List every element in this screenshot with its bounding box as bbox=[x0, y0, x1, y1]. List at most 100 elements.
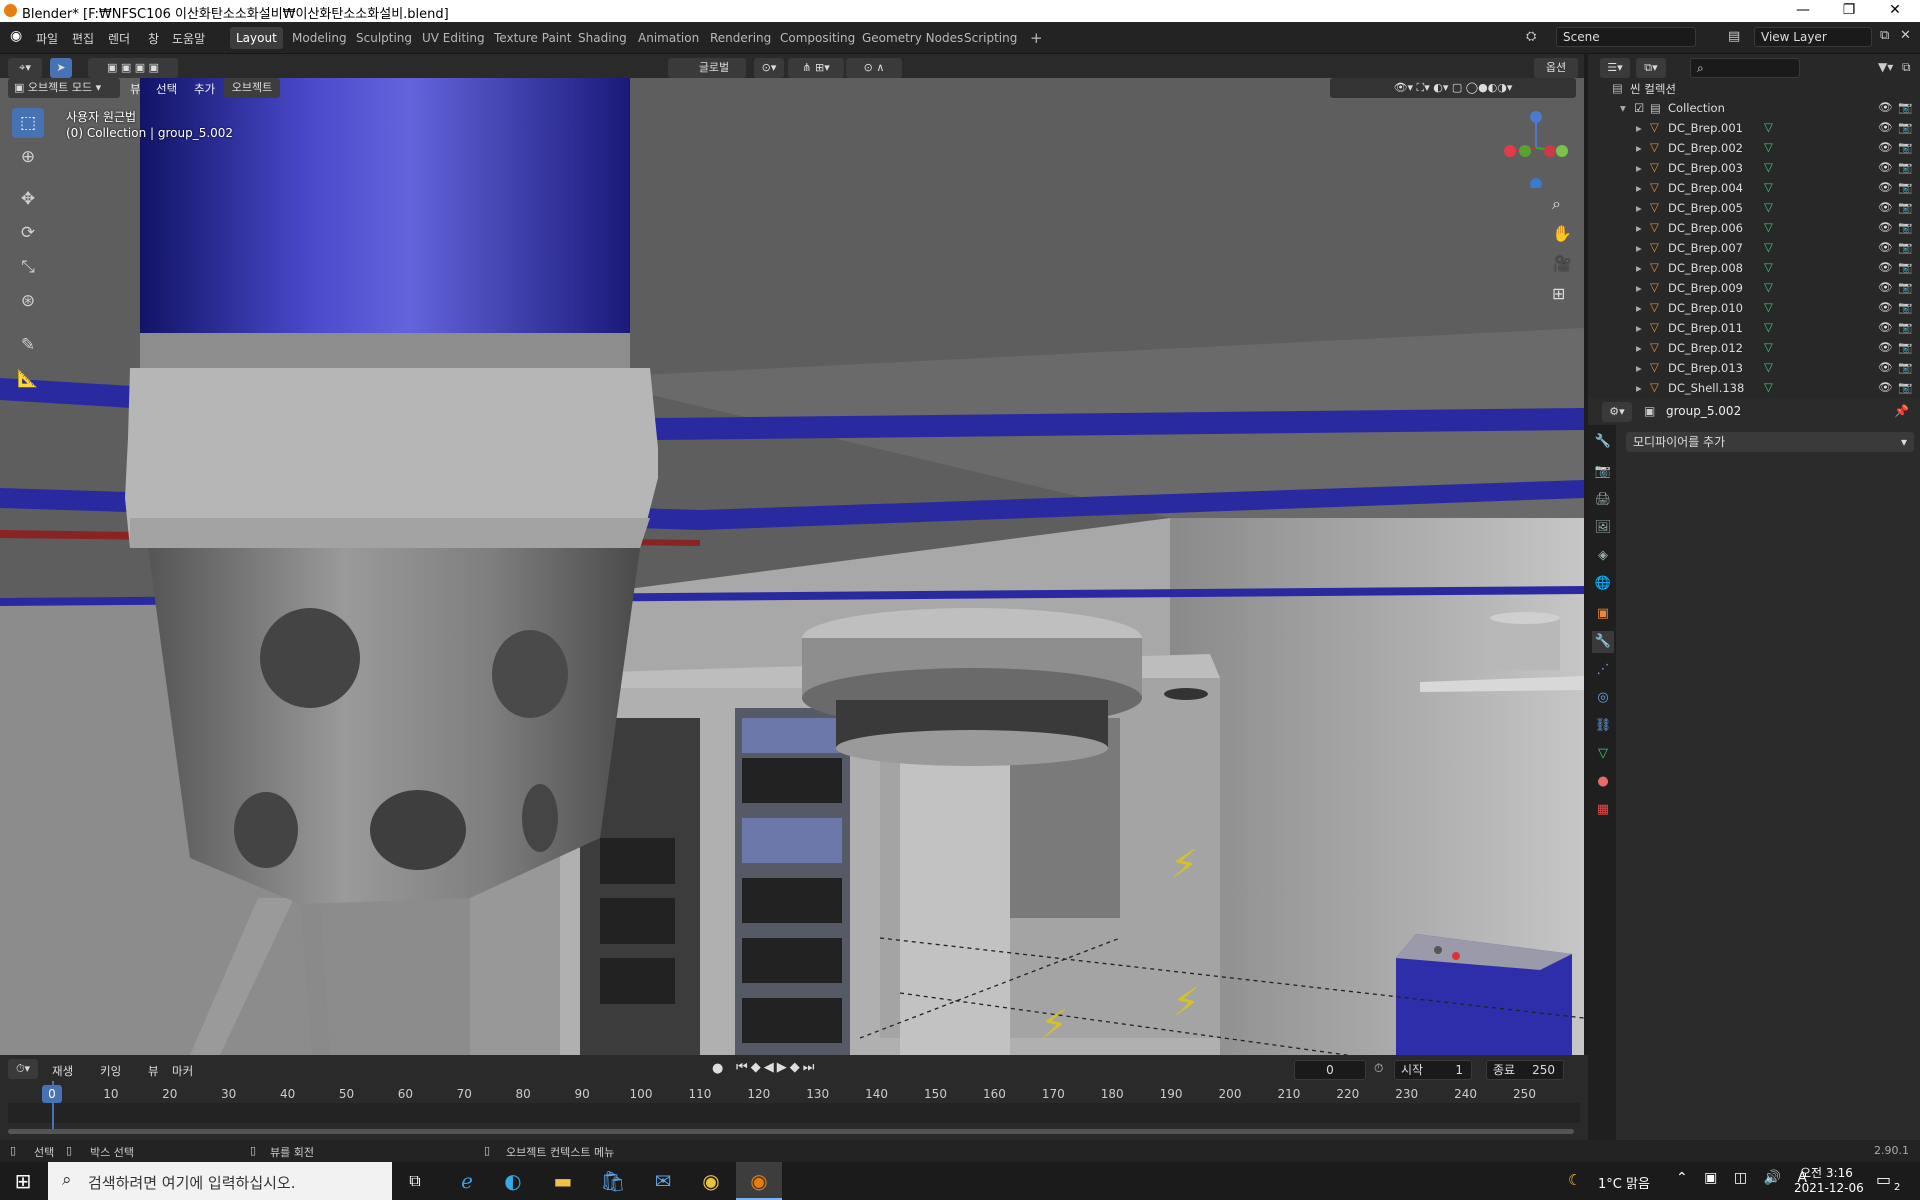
tool-tab-icon[interactable]: 🔧 bbox=[1592, 431, 1614, 453]
annotate-icon[interactable]: ✎ bbox=[12, 330, 44, 360]
ortho-grid-icon[interactable]: ⊞ bbox=[1552, 284, 1565, 303]
notification-icon[interactable]: ▭ bbox=[1876, 1170, 1891, 1189]
viewport-3d[interactable]: ⚡ ⚡ ⚡ ▣ 오브젝트 모드 ▾ 뷰 선택 추가 오브젝트 👁▾ ⛶▾ ◐▾ … bbox=[0, 78, 1584, 1055]
playback-controls-icon[interactable]: ⏮◆◀▶◆⏭ bbox=[736, 1060, 817, 1075]
navigation-gizmo[interactable] bbox=[1496, 108, 1576, 188]
camera-render-icon[interactable]: 📷 bbox=[1898, 260, 1912, 274]
camera-render-icon[interactable]: 📷 bbox=[1898, 240, 1912, 254]
editor-type-icon[interactable]: ⌖▾ bbox=[8, 58, 42, 78]
add-workspace-icon[interactable]: + bbox=[1024, 27, 1049, 49]
outliner-item[interactable]: ▸ ▽ DC_Brep.009 ▽ 👁 📷 bbox=[1588, 278, 1920, 298]
scene-field[interactable]: Scene bbox=[1556, 27, 1696, 47]
end-frame-field[interactable]: 종료 250 bbox=[1486, 1060, 1564, 1080]
view-layer-field[interactable]: View Layer bbox=[1754, 27, 1872, 47]
outliner-item[interactable]: ▸ ▽ DC_Brep.004 ▽ 👁 📷 bbox=[1588, 178, 1920, 198]
select-box-icon[interactable]: ⬚ bbox=[12, 108, 44, 138]
tab-layout[interactable]: Layout bbox=[230, 27, 283, 49]
outliner-item[interactable]: ▸ ▽ DC_Brep.006 ▽ 👁 📷 bbox=[1588, 218, 1920, 238]
eye-icon[interactable]: 👁 bbox=[1878, 360, 1893, 374]
outliner-item[interactable]: ▸ ▽ DC_Shell.138 ▽ 👁 📷 bbox=[1588, 378, 1920, 398]
outliner-scene-collection[interactable]: ▤ 씬 컬렉션 bbox=[1588, 78, 1920, 98]
chevron-right-icon[interactable]: ▸ bbox=[1636, 261, 1642, 275]
close-button[interactable]: ✕ bbox=[1872, 0, 1918, 22]
timeline-scrollbar[interactable] bbox=[8, 1129, 1574, 1134]
filter-icon[interactable]: ▼▾ bbox=[1878, 60, 1893, 74]
texture-tab-icon[interactable]: ▦ bbox=[1592, 799, 1614, 821]
blender-taskbar-icon[interactable]: ◉ bbox=[736, 1162, 782, 1200]
tab-sculpting[interactable]: Sculpting bbox=[350, 27, 418, 49]
menu-playback[interactable]: 재생 bbox=[52, 1063, 73, 1079]
eye-icon[interactable]: 👁 bbox=[1878, 200, 1893, 214]
rotate-icon[interactable]: ⟳ bbox=[12, 218, 44, 248]
menu-help[interactable]: 도움말 bbox=[172, 30, 205, 47]
scene-icon[interactable]: ⛭ bbox=[1526, 29, 1536, 44]
tab-geometry-nodes[interactable]: Geometry Nodes bbox=[856, 27, 969, 49]
outliner-search-input[interactable]: ⌕ bbox=[1690, 58, 1800, 78]
camera-render-icon[interactable]: 📷 bbox=[1898, 320, 1912, 334]
tab-rendering[interactable]: Rendering bbox=[704, 27, 777, 49]
outliner-type-icon[interactable]: ☰▾ bbox=[1600, 58, 1630, 78]
chevron-right-icon[interactable]: ▸ bbox=[1636, 201, 1642, 215]
menu-keying[interactable]: 키잉 bbox=[100, 1063, 121, 1079]
select-mode-icon[interactable]: ➤ bbox=[50, 58, 72, 78]
mesh-data-tab-icon[interactable]: ▽ bbox=[1592, 743, 1614, 765]
display-mode-icon[interactable]: ⧉▾ bbox=[1636, 58, 1666, 78]
chevron-right-icon[interactable]: ▸ bbox=[1636, 221, 1642, 235]
output-tab-icon[interactable]: 🖨 bbox=[1592, 489, 1614, 511]
weather-text[interactable]: 1°C 맑음 bbox=[1598, 1173, 1650, 1192]
tab-texture-paint[interactable]: Texture Paint bbox=[488, 27, 577, 49]
scale-icon[interactable]: ⤡ bbox=[12, 252, 44, 282]
menu-window[interactable]: 창 bbox=[148, 30, 159, 47]
chevron-right-icon[interactable]: ▸ bbox=[1636, 341, 1642, 355]
outliner-item[interactable]: ▸ ▽ DC_Brep.008 ▽ 👁 📷 bbox=[1588, 258, 1920, 278]
timeline-type-icon[interactable]: ⏱▾ bbox=[8, 1059, 38, 1079]
outliner-item[interactable]: ▸ ▽ DC_Brep.005 ▽ 👁 📷 bbox=[1588, 198, 1920, 218]
eye-icon[interactable]: 👁 bbox=[1878, 340, 1893, 354]
eye-icon[interactable]: 👁 bbox=[1878, 380, 1893, 394]
eye-icon[interactable]: 👁 bbox=[1878, 300, 1893, 314]
menu-timeline-view[interactable]: 뷰 bbox=[148, 1063, 159, 1079]
tab-scripting[interactable]: Scripting bbox=[958, 27, 1023, 49]
menu-object[interactable]: 오브젝트 bbox=[224, 78, 280, 98]
eye-icon[interactable]: 👁 bbox=[1878, 160, 1893, 174]
object-tab-icon[interactable]: ▣ bbox=[1592, 603, 1614, 625]
start-frame-field[interactable]: 시작 1 bbox=[1394, 1060, 1472, 1080]
camera-render-icon[interactable]: 📷 bbox=[1898, 100, 1912, 114]
remove-view-layer-icon[interactable]: ✕ bbox=[1900, 28, 1911, 43]
eye-icon[interactable]: 👁 bbox=[1878, 180, 1893, 194]
blender-menu-icon[interactable]: ◉ bbox=[10, 28, 22, 44]
chrome-icon[interactable]: ◉ bbox=[688, 1162, 734, 1200]
eye-icon[interactable]: 👁 bbox=[1878, 240, 1893, 254]
scene-tab-icon[interactable]: ◈ bbox=[1592, 545, 1614, 567]
camera-render-icon[interactable]: 📷 bbox=[1898, 300, 1912, 314]
chevron-right-icon[interactable]: ▸ bbox=[1636, 241, 1642, 255]
outliner-item[interactable]: ▸ ▽ DC_Brep.010 ▽ 👁 📷 bbox=[1588, 298, 1920, 318]
stopwatch-icon[interactable]: ⏱ bbox=[1374, 1061, 1383, 1076]
orientation-dropdown[interactable]: 글로벌 bbox=[668, 58, 746, 78]
world-tab-icon[interactable]: 🌐 bbox=[1592, 573, 1614, 595]
cursor-icon[interactable]: ⊕ bbox=[12, 142, 44, 172]
transform-icon[interactable]: ⊛ bbox=[12, 286, 44, 316]
tab-compositing[interactable]: Compositing bbox=[774, 27, 861, 49]
chevron-right-icon[interactable]: ▸ bbox=[1636, 181, 1642, 195]
render-tab-icon[interactable]: 📷 bbox=[1592, 461, 1614, 483]
maximize-button[interactable]: ❐ bbox=[1826, 0, 1872, 22]
menu-edit[interactable]: 편집 bbox=[72, 30, 94, 47]
options-dropdown[interactable]: 옵션 bbox=[1534, 58, 1578, 78]
new-collection-icon[interactable]: ⧉ bbox=[1902, 60, 1911, 75]
pivot-icon[interactable]: ⊙▾ bbox=[754, 58, 784, 78]
camera-render-icon[interactable]: 📷 bbox=[1898, 380, 1912, 394]
mail-icon[interactable]: ✉ bbox=[640, 1162, 686, 1200]
modifier-tab-icon[interactable]: 🔧 bbox=[1592, 631, 1614, 653]
outliner-collection[interactable]: ▾ ☑ ▤ Collection 👁 📷 bbox=[1588, 98, 1920, 118]
eye-icon[interactable]: 👁 bbox=[1878, 140, 1893, 154]
menu-add[interactable]: 추가 bbox=[194, 81, 215, 97]
proportional-edit-icon[interactable]: ⊙ ∧ bbox=[846, 58, 902, 78]
physics-tab-icon[interactable]: ◎ bbox=[1592, 687, 1614, 709]
outliner-item[interactable]: ▸ ▽ DC_Brep.012 ▽ 👁 📷 bbox=[1588, 338, 1920, 358]
menu-render[interactable]: 렌더 bbox=[108, 30, 130, 47]
outliner-item[interactable]: ▸ ▽ DC_Brep.003 ▽ 👁 📷 bbox=[1588, 158, 1920, 178]
file-explorer-icon[interactable]: ▬ bbox=[540, 1162, 586, 1200]
camera-render-icon[interactable]: 📷 bbox=[1898, 180, 1912, 194]
outliner-item[interactable]: ▸ ▽ DC_Brep.007 ▽ 👁 📷 bbox=[1588, 238, 1920, 258]
